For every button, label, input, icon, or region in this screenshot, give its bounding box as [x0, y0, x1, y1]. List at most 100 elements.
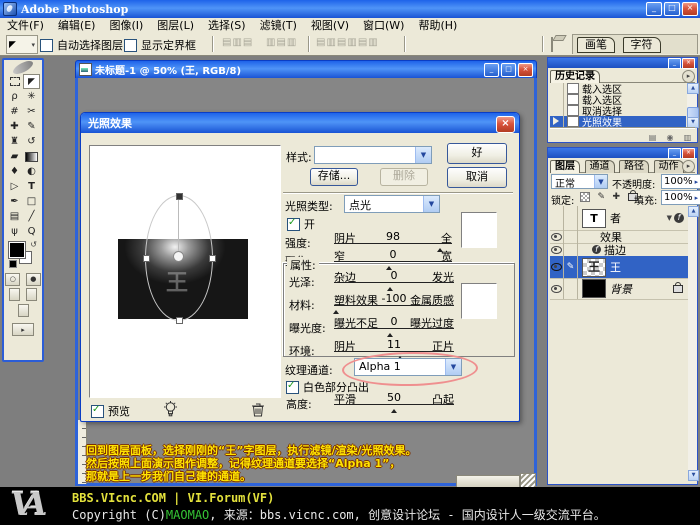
opacity-field[interactable]: 100%▸	[661, 174, 700, 189]
tab-layers[interactable]: 图层	[550, 160, 580, 173]
menu-file[interactable]: 文件(F)	[0, 18, 51, 33]
zoom-tool[interactable]: Q	[23, 224, 40, 239]
new-document-from-state-icon[interactable]: ▤	[647, 133, 658, 143]
lasso-tool[interactable]: ρ	[6, 89, 23, 104]
menu-edit[interactable]: 编辑(E)	[51, 18, 103, 33]
scroll-down-icon[interactable]: ▼	[687, 117, 699, 128]
fullscreen-menu-button[interactable]	[26, 288, 37, 301]
history-brush-tool[interactable]: ↺	[23, 134, 40, 149]
shape-tool[interactable]: □	[23, 194, 40, 209]
menu-layer[interactable]: 图层(L)	[150, 18, 201, 33]
light-handle-bottom[interactable]	[176, 317, 183, 324]
light-on-checkbox[interactable]: ✓开	[287, 216, 315, 232]
clone-stamp-tool[interactable]: ♜	[6, 134, 23, 149]
gloss-marker[interactable]	[387, 284, 393, 291]
move-tool[interactable]: ◤	[23, 74, 40, 89]
cancel-button[interactable]: 取消	[447, 167, 507, 188]
light-handle-right[interactable]	[209, 255, 216, 262]
doc-minimize-button[interactable]: _	[484, 63, 499, 77]
menu-image[interactable]: 图像(I)	[102, 18, 150, 33]
history-menu-button[interactable]: ▸	[682, 70, 695, 83]
delete-style-button[interactable]: 删除	[380, 168, 428, 186]
brush-tool[interactable]: ✎	[23, 119, 40, 134]
gloss-slider[interactable]: 杂边 0 发光	[334, 269, 454, 287]
history-minimize-button[interactable]: _	[668, 58, 681, 69]
menu-select[interactable]: 选择(S)	[201, 18, 253, 33]
gradient-tool[interactable]	[23, 149, 40, 164]
effects-header-row[interactable]: 效果	[550, 230, 688, 244]
exposure-track[interactable]	[334, 328, 454, 329]
dialog-titlebar[interactable]: 光照效果	[81, 113, 519, 133]
exposure-marker[interactable]	[387, 330, 393, 337]
visibility-cell[interactable]	[550, 256, 564, 278]
link-cell[interactable]	[564, 230, 578, 243]
height-track[interactable]	[334, 404, 454, 405]
marquee-tool[interactable]	[6, 74, 23, 89]
tool-preset-button[interactable]: ◤ ▾	[6, 35, 38, 54]
history-scrollbar[interactable]: ▲ ▼	[687, 83, 697, 128]
gloss-track[interactable]	[334, 282, 454, 283]
eye-icon[interactable]	[551, 246, 562, 254]
default-colors-icon[interactable]	[9, 260, 17, 268]
menu-window[interactable]: 窗口(W)	[356, 18, 411, 33]
height-slider[interactable]: 平滑 50 凸起	[334, 391, 454, 409]
history-close-button[interactable]: ×	[682, 58, 695, 69]
add-light-bulb-icon[interactable]	[163, 401, 178, 421]
link-cell[interactable]	[564, 278, 578, 299]
auto-select-checkbox[interactable]: 自动选择图层	[40, 37, 123, 53]
tab-channels[interactable]: 通道	[585, 160, 615, 173]
menu-help[interactable]: 帮助(H)	[411, 18, 464, 33]
material-marker[interactable]	[333, 307, 339, 314]
show-bounds-checkbox[interactable]: 显示定界框	[124, 37, 196, 53]
slice-tool[interactable]: ✂	[23, 104, 40, 119]
stroke-effect-row[interactable]: f 描边	[550, 243, 688, 257]
app-titlebar[interactable]: Adobe Photoshop _ □ ×	[0, 0, 700, 18]
eye-icon[interactable]	[551, 233, 562, 241]
scroll-up-icon[interactable]: ▲	[688, 206, 699, 217]
dodge-tool[interactable]: ◐	[23, 164, 40, 179]
history-item-2[interactable]: 取消选择	[550, 105, 686, 116]
layers-minimize-button[interactable]: _	[668, 148, 681, 159]
material-track[interactable]	[334, 305, 454, 306]
background-layer-row[interactable]: 背景	[550, 278, 688, 300]
dialog-close-button[interactable]: ×	[496, 116, 515, 133]
blur-tool[interactable]: ♦	[6, 164, 23, 179]
doc-close-button[interactable]: ×	[518, 63, 533, 77]
lock-paint-icon[interactable]: ✎	[598, 192, 606, 202]
minimize-button[interactable]: _	[646, 2, 662, 16]
type-tool[interactable]: T	[23, 179, 40, 194]
delete-light-trash-icon[interactable]	[251, 402, 265, 420]
effects-expand-icon[interactable]: ▼	[667, 214, 672, 222]
link-cell[interactable]	[564, 206, 578, 230]
standard-screen-button[interactable]	[9, 288, 20, 301]
save-style-button[interactable]: 存储...	[310, 168, 358, 186]
height-marker[interactable]	[391, 406, 397, 413]
foreground-color-swatch[interactable]	[9, 242, 25, 258]
exposure-slider[interactable]: 曝光不足 0 曝光过度	[334, 315, 454, 333]
healing-brush-tool[interactable]: ✚	[6, 119, 23, 134]
light-color-swatch[interactable]	[461, 212, 497, 248]
magic-wand-tool[interactable]: ✳	[23, 89, 40, 104]
blend-mode-dropdown[interactable]: 正常▼	[551, 174, 608, 189]
quick-mask-mode-button[interactable]: ●	[26, 273, 41, 286]
link-cell[interactable]	[564, 243, 578, 256]
fullscreen-button[interactable]	[18, 304, 29, 317]
ambience-color-swatch[interactable]	[461, 283, 497, 319]
tab-history[interactable]: 历史记录	[550, 70, 600, 83]
file-browser-icon[interactable]	[551, 37, 553, 52]
fill-field[interactable]: 100%▸	[661, 190, 700, 205]
pen-tool[interactable]: ✒	[6, 194, 23, 209]
history-item-0[interactable]: 载入选区	[550, 83, 686, 94]
new-snapshot-icon[interactable]: ◉	[665, 133, 676, 143]
doc-restore-button[interactable]: □	[501, 63, 516, 77]
path-select-tool[interactable]: ▷	[6, 179, 23, 194]
tab-paths[interactable]: 路径	[619, 160, 649, 173]
intensity-slider[interactable]: 阴片 98 全	[334, 230, 452, 248]
notes-tool[interactable]: ▤	[6, 209, 23, 224]
scroll-down-icon[interactable]: ▼	[688, 470, 699, 481]
layers-menu-button[interactable]: ▸	[682, 160, 695, 173]
resize-grip[interactable]	[520, 473, 536, 488]
light-handle-top[interactable]	[176, 193, 183, 200]
layers-close-button[interactable]: ×	[682, 148, 695, 159]
eye-icon[interactable]	[551, 263, 562, 271]
